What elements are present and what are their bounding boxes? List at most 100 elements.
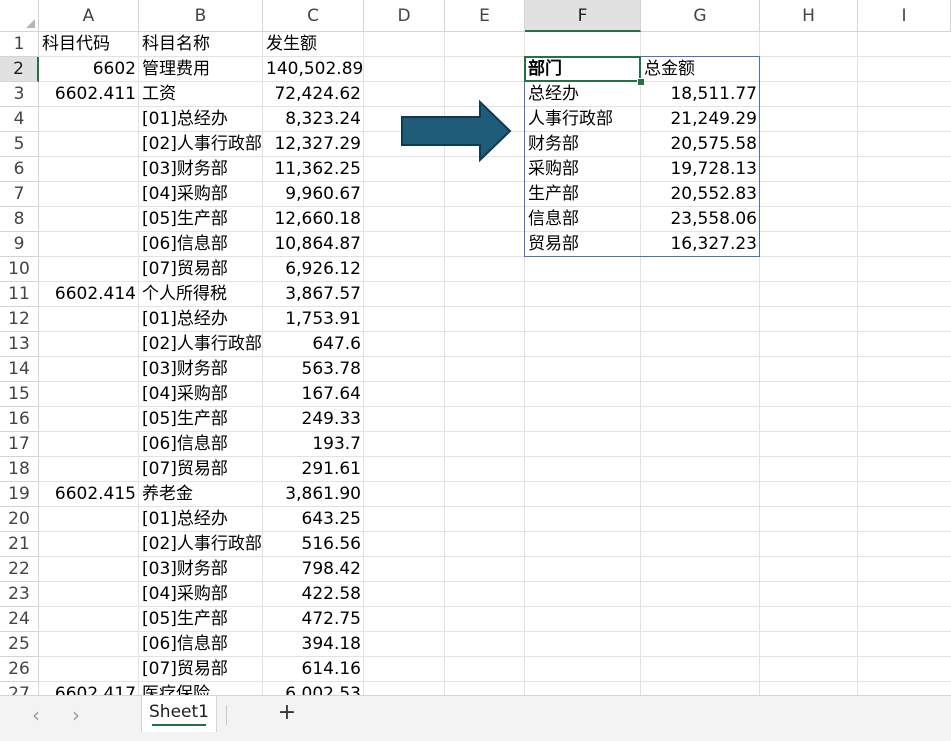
cell-b17[interactable]: [06]信息部 [139,432,263,457]
row-header-27[interactable]: 27 [0,682,39,695]
column-header-f[interactable]: F [525,0,641,32]
row-header-14[interactable]: 14 [0,357,39,382]
cell-a6[interactable] [39,157,139,182]
row-header-1[interactable]: 1 [0,32,39,57]
cell-c17[interactable]: 193.7 [263,432,364,457]
cell-a10[interactable] [39,257,139,282]
cell-b8[interactable]: [05]生产部 [139,207,263,232]
cell-c8[interactable]: 12,660.18 [263,207,364,232]
arrow-shape[interactable] [400,99,512,163]
cell-b19[interactable]: 养老金 [139,482,263,507]
cell-b12[interactable]: [01]总经办 [139,307,263,332]
cell-c13[interactable]: 647.6 [263,332,364,357]
cell-c15[interactable]: 167.64 [263,382,364,407]
cell-c25[interactable]: 394.18 [263,632,364,657]
row-header-4[interactable]: 4 [0,107,39,132]
add-sheet-button[interactable]: + [275,701,299,725]
cell-c10[interactable]: 6,926.12 [263,257,364,282]
cell-a23[interactable] [39,582,139,607]
cell-a14[interactable] [39,357,139,382]
row-header-23[interactable]: 23 [0,582,39,607]
cell-b15[interactable]: [04]采购部 [139,382,263,407]
cell-g3[interactable]: 18,511.77 [641,82,760,107]
cell-b7[interactable]: [04]采购部 [139,182,263,207]
column-header-d[interactable]: D [364,0,445,32]
cell-c4[interactable]: 8,323.24 [263,107,364,132]
cell-c12[interactable]: 1,753.91 [263,307,364,332]
cell-c21[interactable]: 516.56 [263,532,364,557]
cell-b1[interactable]: 科目名称 [139,32,263,57]
cell-c20[interactable]: 643.25 [263,507,364,532]
cell-c23[interactable]: 422.58 [263,582,364,607]
row-header-6[interactable]: 6 [0,157,39,182]
cell-b26[interactable]: [07]贸易部 [139,657,263,682]
cell-g5[interactable]: 20,575.58 [641,132,760,157]
cell-a4[interactable] [39,107,139,132]
cell-b27[interactable]: 医疗保险 [139,682,263,695]
cell-a25[interactable] [39,632,139,657]
cell-c22[interactable]: 798.42 [263,557,364,582]
cell-f9[interactable]: 贸易部 [525,232,641,257]
cell-a13[interactable] [39,332,139,357]
cell-b13[interactable]: [02]人事行政部 [139,332,263,357]
column-header-e[interactable]: E [445,0,525,32]
row-header-7[interactable]: 7 [0,182,39,207]
column-header-b[interactable]: B [139,0,263,32]
select-all-corner[interactable] [0,0,39,32]
cell-a9[interactable] [39,232,139,257]
row-header-3[interactable]: 3 [0,82,39,107]
cell-b14[interactable]: [03]财务部 [139,357,263,382]
cell-a27[interactable]: 6602.417 [39,682,139,695]
cell-b5[interactable]: [02]人事行政部 [139,132,263,157]
chevron-left-icon[interactable]: ‹ [25,704,47,726]
cell-f8[interactable]: 信息部 [525,207,641,232]
cell-a20[interactable] [39,507,139,532]
cell-c5[interactable]: 12,327.29 [263,132,364,157]
row-header-17[interactable]: 17 [0,432,39,457]
column-header-a[interactable]: A [39,0,139,32]
cell-c3[interactable]: 72,424.62 [263,82,364,107]
cell-c7[interactable]: 9,960.67 [263,182,364,207]
spreadsheet-grid[interactable]: A B C D E F G H I 1 2 3 4 5 6 7 8 9 10 11 12 13 14 15 16 17 18 19 20… [0,0,951,695]
cell-g7[interactable]: 20,552.83 [641,182,760,207]
row-header-21[interactable]: 21 [0,532,39,557]
cell-b3[interactable]: 工资 [139,82,263,107]
row-header-8[interactable]: 8 [0,207,39,232]
cell-c18[interactable]: 291.61 [263,457,364,482]
row-header-13[interactable]: 13 [0,332,39,357]
row-header-10[interactable]: 10 [0,257,39,282]
row-header-5[interactable]: 5 [0,132,39,157]
cell-b2[interactable]: 管理费用 [139,57,263,82]
cell-b11[interactable]: 个人所得税 [139,282,263,307]
cell-b20[interactable]: [01]总经办 [139,507,263,532]
column-header-c[interactable]: C [263,0,364,32]
chevron-right-icon[interactable]: › [65,704,87,726]
column-header-i[interactable]: I [858,0,951,32]
cell-a5[interactable] [39,132,139,157]
cell-b22[interactable]: [03]财务部 [139,557,263,582]
row-header-18[interactable]: 18 [0,457,39,482]
cell-a15[interactable] [39,382,139,407]
cell-a12[interactable] [39,307,139,332]
cell-g9[interactable]: 16,327.23 [641,232,760,257]
cell-c11[interactable]: 3,867.57 [263,282,364,307]
cell-a11[interactable]: 6602.414 [39,282,139,307]
cell-b9[interactable]: [06]信息部 [139,232,263,257]
cell-c27[interactable]: 6,002.53 [263,682,364,695]
cell-f3[interactable]: 总经办 [525,82,641,107]
cell-c1[interactable]: 发生额 [263,32,364,57]
cell-a3[interactable]: 6602.411 [39,82,139,107]
cell-c24[interactable]: 472.75 [263,607,364,632]
cell-c6[interactable]: 11,362.25 [263,157,364,182]
cell-g8[interactable]: 23,558.06 [641,207,760,232]
row-header-12[interactable]: 12 [0,307,39,332]
cell-b23[interactable]: [04]采购部 [139,582,263,607]
row-header-25[interactable]: 25 [0,632,39,657]
cell-a16[interactable] [39,407,139,432]
cell-g4[interactable]: 21,249.29 [641,107,760,132]
sheet-tab-sheet1[interactable]: Sheet1 [141,696,217,732]
row-header-15[interactable]: 15 [0,382,39,407]
cell-b18[interactable]: [07]贸易部 [139,457,263,482]
cell-a22[interactable] [39,557,139,582]
cell-f5[interactable]: 财务部 [525,132,641,157]
